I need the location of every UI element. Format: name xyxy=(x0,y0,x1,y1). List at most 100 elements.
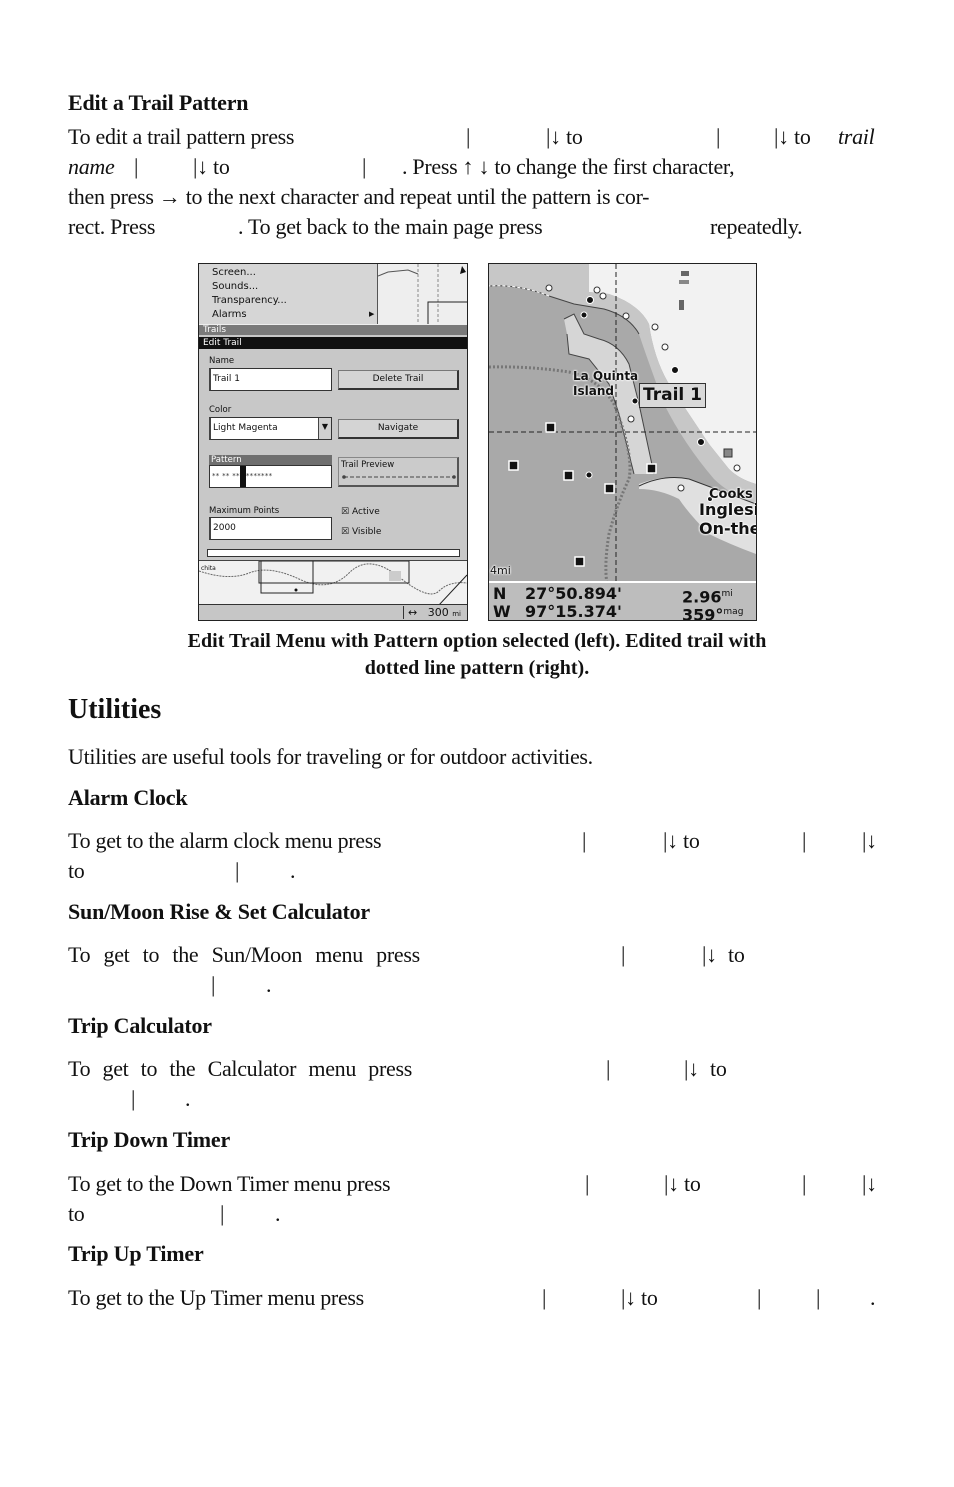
period: . xyxy=(290,858,296,883)
menu-item-screen[interactable]: Screen... xyxy=(212,267,256,278)
down-arrow-to: |↓ to xyxy=(193,154,230,179)
key-separator: | xyxy=(585,1171,590,1196)
text-line: . To get back to the main page press xyxy=(238,214,543,239)
place-label-on-the: On-the xyxy=(699,519,757,538)
menu-item-transparency[interactable]: Transparency... xyxy=(212,295,287,306)
color-value: Light Magenta xyxy=(213,423,278,433)
zoom-scale-label: 4mi xyxy=(490,564,511,577)
down-arrow-to: |↓ to xyxy=(684,1056,727,1081)
key-separator: | xyxy=(220,1201,225,1226)
trip-calculator-paragraph: To get to the Calculator menu press | |↓… xyxy=(68,1054,888,1114)
latitude-value: 27°50.894' xyxy=(525,584,622,603)
period: . xyxy=(870,1285,876,1310)
distance-unit: mi xyxy=(721,589,733,599)
visible-label: Visible xyxy=(351,527,382,537)
color-select[interactable]: Light Magenta ▼ xyxy=(209,417,332,440)
text-line: To get to the Up Timer menu press xyxy=(68,1285,364,1310)
bearing-readout: 359°mag xyxy=(682,603,744,621)
name-label: Name xyxy=(209,356,235,366)
coordinate-readout: N 27°50.894' 2.96mi W 97°15.374' 359°mag xyxy=(489,581,756,621)
key-separator: | xyxy=(621,942,626,967)
map-scale: ↔ 300 mi xyxy=(403,606,465,619)
key-separator: | xyxy=(802,828,807,853)
active-checkbox[interactable]: ☒ Active xyxy=(341,507,380,517)
map-place-label: chita xyxy=(201,565,216,572)
italic-term: name xyxy=(68,154,115,179)
trail-name-input[interactable]: Trail 1 xyxy=(209,368,332,391)
active-label: Active xyxy=(351,507,380,517)
period: . xyxy=(185,1086,191,1111)
menu-item-alarms[interactable]: Alarms xyxy=(212,309,247,320)
pattern-text: ******* xyxy=(245,472,273,480)
pattern-input[interactable]: ** ** ** ******* xyxy=(209,465,332,488)
utilities-intro: Utilities are useful tools for traveling… xyxy=(68,744,593,769)
figure-caption: Edit Trail Menu with Pattern option sele… xyxy=(60,628,894,682)
down-arrow-to: |↓ to xyxy=(546,124,583,149)
color-label: Color xyxy=(209,405,232,415)
status-bar: ↔ 300 mi xyxy=(199,604,467,620)
down-arrow-to: |↓ to xyxy=(663,828,700,853)
max-points-input[interactable]: 2000 xyxy=(209,517,332,540)
text-line: to xyxy=(68,1201,85,1226)
text-line: To get to the Calculator menu press xyxy=(68,1056,412,1081)
text-line: rect. Press xyxy=(68,214,156,239)
trail-name-label[interactable]: Trail 1 xyxy=(639,383,706,408)
down-arrow-to: |↓ to xyxy=(774,124,811,149)
key-separator: | xyxy=(606,1056,611,1081)
scale-unit: mi xyxy=(452,610,461,618)
period: . xyxy=(275,1201,281,1226)
pattern-label: Pattern xyxy=(209,455,332,465)
checkbox-checked-icon: ☒ xyxy=(341,527,350,537)
trails-menu-bar[interactable]: Trails xyxy=(199,324,467,335)
max-points-label: Maximum Points xyxy=(209,506,280,516)
longitude-direction: W xyxy=(493,602,511,621)
delete-trail-button[interactable]: Delete Trail xyxy=(338,370,459,390)
trip-up-timer-paragraph: To get to the Up Timer menu press | |↓ t… xyxy=(68,1283,888,1313)
edit-trail-menu-screenshot: Screen... Sounds... Transparency... Alar… xyxy=(198,263,468,621)
longitude-value: 97°15.374' xyxy=(525,602,622,621)
scale-arrows-icon: ↔ xyxy=(408,606,418,619)
key-separator: | xyxy=(466,124,471,149)
heading-trip-calculator: Trip Calculator xyxy=(68,1013,212,1038)
section-title-utilities: Utilities xyxy=(68,694,162,725)
trail-preview-line xyxy=(342,475,456,479)
text-line: . Press ↑ ↓ to change the first characte… xyxy=(402,154,735,179)
text-line: then press → to the next character and r… xyxy=(68,184,650,209)
checkbox-checked-icon: ☒ xyxy=(341,507,350,517)
trail-preview: Trail Preview xyxy=(338,457,459,487)
caption-line: Edit Trail Menu with Pattern option sele… xyxy=(187,630,767,652)
background-map xyxy=(377,264,467,324)
place-label-la-quinta: La Quinta xyxy=(573,369,639,383)
text-line: repeatedly. xyxy=(710,214,803,239)
heading-sun-moon: Sun/Moon Rise & Set Calculator xyxy=(68,899,371,924)
key-separator: | xyxy=(134,154,139,179)
heading-trip-down-timer: Trip Down Timer xyxy=(68,1127,231,1152)
overview-map: chita xyxy=(199,560,467,606)
place-label-inglesi: Inglesi xyxy=(699,500,757,519)
navigate-button[interactable]: Navigate xyxy=(338,419,459,439)
text-line: To get to the Sun/Moon menu press xyxy=(68,942,420,967)
down-arrow-to: |↓ to xyxy=(621,1285,658,1310)
key-separator: | xyxy=(816,1285,821,1310)
progress-strip xyxy=(207,549,460,557)
period: . xyxy=(266,972,272,997)
submenu-arrow-icon: ▶ xyxy=(369,310,375,318)
caption-line: dotted line pattern (right). xyxy=(364,657,590,679)
bearing-unit: mag xyxy=(723,607,744,617)
text-line: To edit a trail pattern press xyxy=(68,124,295,149)
key-separator: | xyxy=(716,124,721,149)
visible-checkbox[interactable]: ☒ Visible xyxy=(341,527,381,537)
dropdown-arrow-icon[interactable]: ▼ xyxy=(318,418,331,439)
section-heading-edit-trail-pattern: Edit a Trail Pattern xyxy=(68,90,249,115)
bearing-value: 359° xyxy=(682,605,724,621)
heading-trip-up-timer: Trip Up Timer xyxy=(68,1241,204,1266)
text-line: To get to the Down Timer menu press xyxy=(68,1171,391,1196)
key-separator: | xyxy=(757,1285,762,1310)
menu-item-sounds[interactable]: Sounds... xyxy=(212,281,258,292)
key-separator: | xyxy=(131,1086,136,1111)
latitude-direction: N xyxy=(493,584,507,603)
key-separator: | xyxy=(235,858,240,883)
settings-menu: Screen... Sounds... Transparency... Alar… xyxy=(199,264,377,324)
down-arrow: |↓ xyxy=(862,1171,877,1196)
scale-value: 300 xyxy=(427,606,449,619)
